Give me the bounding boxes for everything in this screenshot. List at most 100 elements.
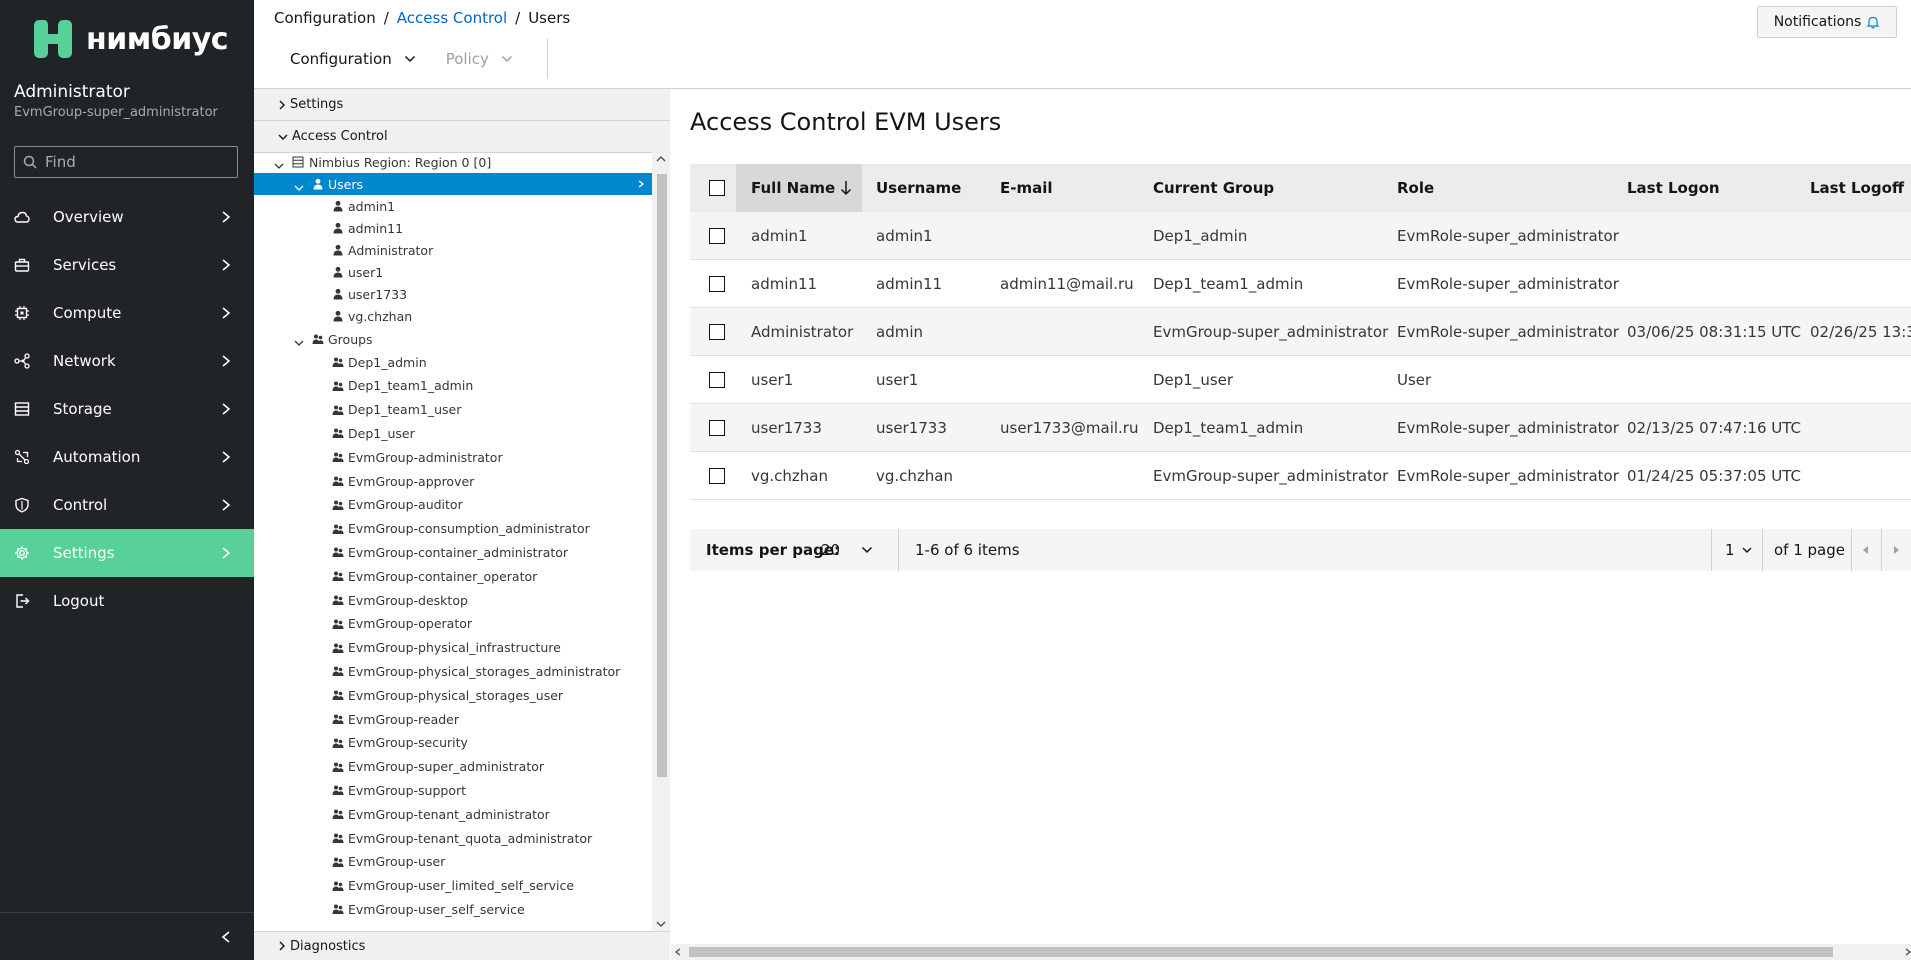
table-row[interactable]: Administrator admin EvmGroup-super_adminis…	[690, 308, 1911, 356]
notifications-button[interactable]: Notifications	[1757, 6, 1897, 38]
tree-node-user[interactable]: vg.chzhan	[254, 305, 652, 327]
row-checkbox[interactable]	[709, 420, 725, 436]
tree-node-group[interactable]: Dep1_admin	[254, 351, 652, 373]
column-current-group[interactable]: Current Group	[1153, 164, 1274, 212]
tree-node-group[interactable]: EvmGroup-tenant_quota_administrator	[254, 827, 652, 849]
column-full-name[interactable]: Full Name	[736, 164, 862, 212]
scroll-up-icon[interactable]	[656, 155, 666, 163]
items-per-page-select[interactable]: 20	[821, 529, 891, 571]
collapse-sidebar-button[interactable]	[0, 912, 254, 960]
chevron-down-icon[interactable]	[274, 158, 284, 173]
search-box[interactable]	[14, 146, 238, 178]
tree-node-group[interactable]: EvmGroup-auditor	[254, 494, 652, 516]
table-cell: 01/24/25 05:37:05 UTC	[1627, 467, 1802, 485]
tree-node-users[interactable]: Users	[254, 173, 652, 195]
tree-node-group[interactable]: EvmGroup-container_administrator	[254, 541, 652, 563]
tree-node-user[interactable]: admin11	[254, 217, 652, 239]
column-email[interactable]: E-mail	[1000, 164, 1053, 212]
row-checkbox[interactable]	[709, 228, 725, 244]
tree-node-group[interactable]: Dep1_team1_user	[254, 399, 652, 421]
column-last-logon[interactable]: Last Logon	[1627, 164, 1720, 212]
table-row[interactable]: user1 user1 Dep1_user User	[690, 356, 1911, 404]
tree-node-group[interactable]: EvmGroup-administrator	[254, 446, 652, 468]
tree-node-label: Users	[328, 176, 364, 192]
tree-node-user[interactable]: user1733	[254, 283, 652, 305]
user-name[interactable]: Administrator	[14, 82, 130, 102]
nav-compute[interactable]: Compute	[0, 289, 254, 337]
breadcrumb-access-control-link[interactable]: Access Control	[397, 9, 507, 27]
row-checkbox[interactable]	[709, 468, 725, 484]
table-cell: admin	[876, 323, 923, 341]
tree-node-group[interactable]: Dep1_user	[254, 422, 652, 444]
tree-node-group[interactable]: EvmGroup-reader	[254, 708, 652, 730]
table-row[interactable]: vg.chzhan vg.chzhan EvmGroup-super_adminis…	[690, 452, 1911, 500]
caret-left-icon	[1863, 546, 1868, 554]
chevron-down-icon[interactable]	[294, 180, 304, 195]
nav-network[interactable]: Network	[0, 337, 254, 385]
user-icon	[332, 266, 344, 278]
scroll-left-icon[interactable]	[674, 948, 682, 956]
tree-node-group[interactable]: EvmGroup-approver	[254, 470, 652, 492]
nav-overview[interactable]: Overview	[0, 193, 254, 241]
tree-node-label: user1	[348, 264, 384, 280]
nav-services[interactable]: Services	[0, 241, 254, 289]
tree-node-group[interactable]: EvmGroup-security	[254, 732, 652, 754]
row-checkbox[interactable]	[709, 324, 725, 340]
page-select[interactable]: 1	[1725, 529, 1761, 571]
table-cell: EvmRole-super_administrator	[1397, 419, 1619, 437]
tree-node-region[interactable]: Nimbius Region: Region 0 [0]	[254, 151, 652, 173]
nav-automation[interactable]: Automation	[0, 433, 254, 481]
search-input[interactable]	[45, 153, 225, 171]
nav-logout[interactable]: Logout	[0, 577, 254, 625]
horizontal-scrollbar[interactable]	[671, 944, 1911, 960]
tree-node-group[interactable]: EvmGroup-user_self_service	[254, 898, 652, 920]
accordion-diagnostics[interactable]: Diagnostics	[254, 931, 670, 960]
column-last-logoff[interactable]: Last Logoff	[1810, 164, 1904, 212]
row-checkbox[interactable]	[709, 276, 725, 292]
table-row[interactable]: admin11 admin11 admin11@mail.ru Dep1_team1_…	[690, 260, 1911, 308]
policy-dropdown[interactable]: Policy	[446, 50, 513, 68]
select-all-checkbox[interactable]	[709, 180, 725, 196]
configuration-dropdown[interactable]: Configuration	[290, 50, 416, 68]
nav-label: Control	[53, 496, 108, 514]
column-username[interactable]: Username	[876, 164, 961, 212]
group-icon	[332, 761, 344, 773]
table-row[interactable]: admin1 admin1 Dep1_admin EvmRole-super_admi…	[690, 212, 1911, 260]
tree-node-user[interactable]: admin1	[254, 195, 652, 217]
brand-logo[interactable]: нимбиус	[30, 16, 229, 62]
scroll-down-icon[interactable]	[656, 920, 666, 928]
tree-node-group[interactable]: EvmGroup-physical_storages_administrator	[254, 660, 652, 682]
tree-node-group[interactable]: EvmGroup-support	[254, 779, 652, 801]
tree-node-group[interactable]: EvmGroup-physical_storages_user	[254, 684, 652, 706]
nav-settings[interactable]: Settings	[0, 529, 254, 577]
tree-node-group[interactable]: Dep1_team1_admin	[254, 375, 652, 397]
tree-node-group[interactable]: EvmGroup-user_limited_self_service	[254, 875, 652, 897]
accordion-access-control[interactable]: Access Control	[254, 121, 670, 153]
tree-node-group[interactable]: EvmGroup-super_administrator	[254, 756, 652, 778]
tree-node-group[interactable]: EvmGroup-container_operator	[254, 565, 652, 587]
tree-node-user[interactable]: Administrator	[254, 239, 652, 261]
accordion-settings[interactable]: Settings	[254, 89, 670, 121]
nav-storage[interactable]: Storage	[0, 385, 254, 433]
tree-node-groups[interactable]: Groups	[254, 328, 652, 350]
tree-node-group[interactable]: EvmGroup-user	[254, 851, 652, 873]
tree-node-user[interactable]: user1	[254, 261, 652, 283]
tree-node-group[interactable]: EvmGroup-operator	[254, 613, 652, 635]
table-row[interactable]: user1733 user1733 user1733@mail.ru Dep1_tea…	[690, 404, 1911, 452]
nav-control[interactable]: Control	[0, 481, 254, 529]
scroll-right-icon[interactable]	[1905, 948, 1911, 956]
tree-node-group[interactable]: EvmGroup-consumption_administrator	[254, 518, 652, 540]
previous-page-button[interactable]	[1851, 529, 1881, 571]
configuration-label: Configuration	[290, 50, 392, 68]
tree-node-group[interactable]: EvmGroup-tenant_administrator	[254, 803, 652, 825]
chevron-down-icon[interactable]	[294, 335, 304, 350]
tree-node-group[interactable]: EvmGroup-physical_infrastructure	[254, 637, 652, 659]
horizontal-scrollbar-thumb[interactable]	[689, 947, 1833, 957]
tree-scrollbar-thumb[interactable]	[657, 174, 667, 777]
tree-node-label: EvmGroup-support	[348, 782, 467, 798]
tree-node-group[interactable]: EvmGroup-desktop	[254, 589, 652, 611]
row-checkbox[interactable]	[709, 372, 725, 388]
tree-node-label: Administrator	[348, 242, 434, 258]
next-page-button[interactable]	[1881, 529, 1911, 571]
column-role[interactable]: Role	[1397, 164, 1434, 212]
